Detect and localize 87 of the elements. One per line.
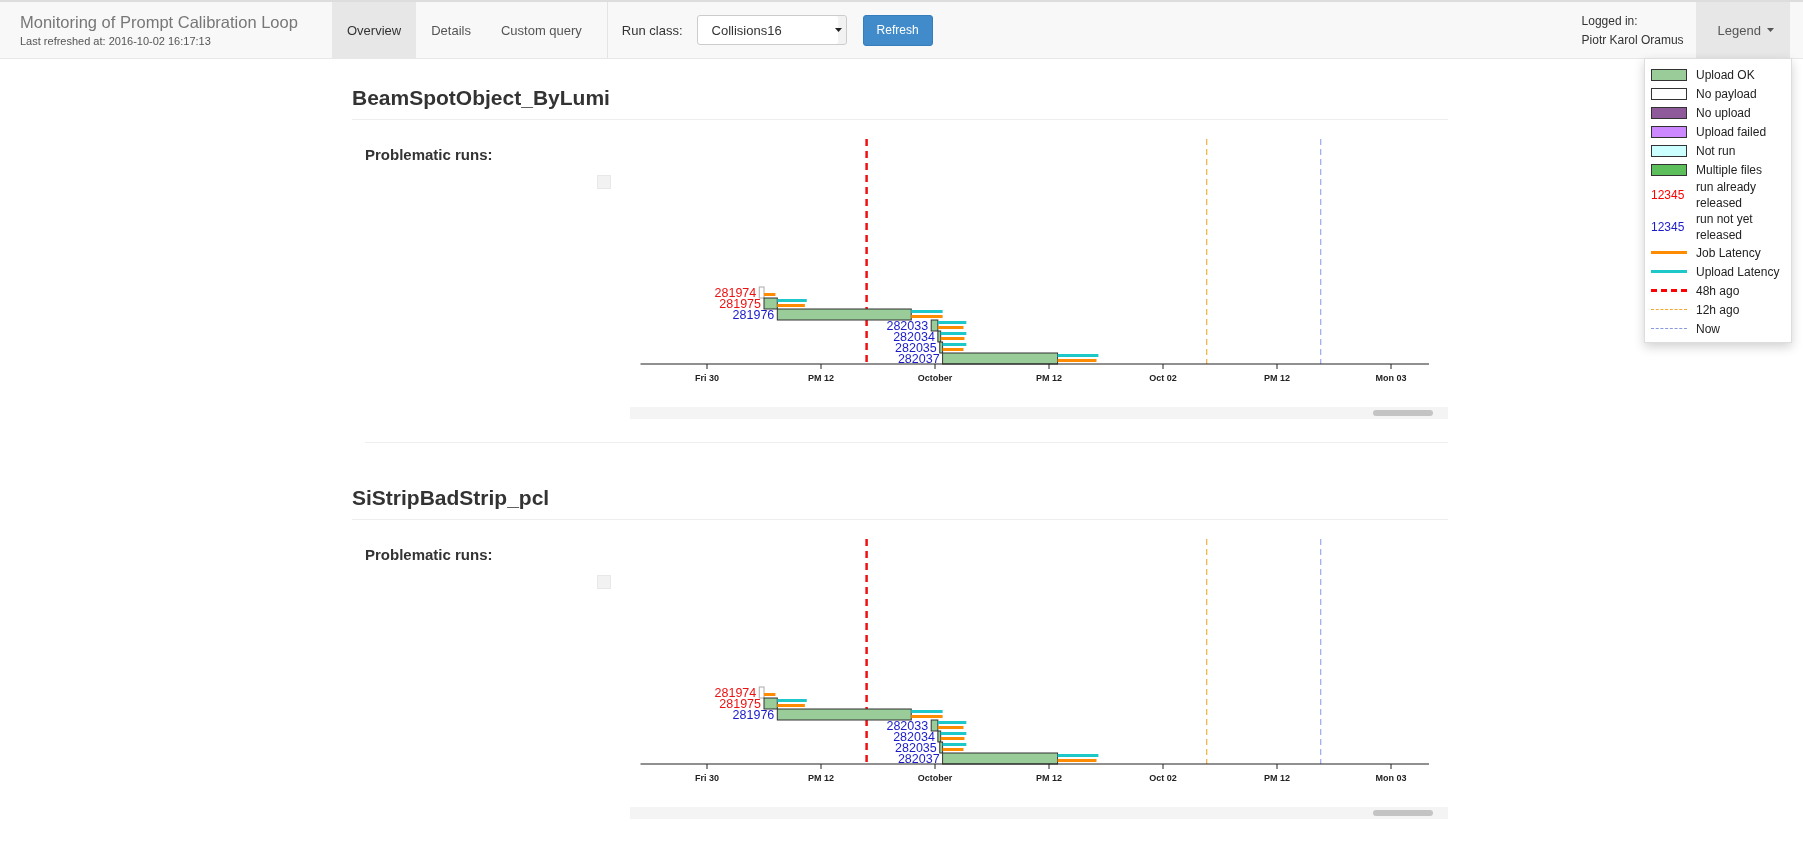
tick-label: PM 12 bbox=[1036, 373, 1062, 383]
tick-label: PM 12 bbox=[1264, 773, 1290, 783]
run-label: 282037 bbox=[897, 752, 940, 766]
run-label: 281974 bbox=[714, 286, 757, 300]
tick-label: Fri 30 bbox=[695, 773, 719, 783]
caret-icon bbox=[834, 28, 842, 32]
upload-latency-bar bbox=[1057, 354, 1099, 357]
legend-label: Now bbox=[1696, 321, 1720, 336]
problematic-runs-label: Problematic runs: bbox=[365, 546, 494, 563]
nav-tab[interactable]: Custom query bbox=[485, 2, 597, 58]
app-title[interactable]: Monitoring of Prompt Calibration Loop bbox=[20, 13, 312, 32]
run-label: 281976 bbox=[732, 708, 775, 722]
upload-latency-bar bbox=[911, 710, 943, 713]
horizontal-scrollbar[interactable] bbox=[630, 407, 1448, 419]
run-label: 282033 bbox=[886, 319, 929, 333]
tick-label: Oct 02 bbox=[1149, 773, 1177, 783]
run-label: 282034 bbox=[893, 730, 935, 744]
run-class-label: Run class: bbox=[621, 22, 683, 38]
tick-label: October bbox=[917, 773, 953, 783]
caret-icon bbox=[1767, 28, 1774, 32]
legend-label: run not yet released bbox=[1696, 211, 1754, 243]
section-title: SiStripBadStrip_pcl bbox=[352, 485, 551, 511]
tick-label: Oct 02 bbox=[1149, 373, 1177, 383]
upload-latency-bar bbox=[942, 343, 967, 346]
section-title: BeamSpotObject_ByLumi bbox=[352, 85, 611, 111]
tick-label: October bbox=[917, 373, 953, 383]
tick-label: Mon 03 bbox=[1375, 373, 1407, 383]
upload-latency-bar bbox=[911, 310, 943, 313]
legend-label: 48h ago bbox=[1696, 283, 1740, 298]
nav-tab[interactable]: Overview bbox=[332, 2, 417, 58]
legend-label: Upload failed bbox=[1696, 124, 1767, 139]
run-label: 282037 bbox=[897, 352, 940, 366]
run-label: 282033 bbox=[886, 719, 929, 733]
run-label: 282035 bbox=[895, 341, 937, 355]
upload-latency-bar bbox=[942, 743, 967, 746]
tick-label: PM 12 bbox=[1264, 373, 1290, 383]
legend-label: No upload bbox=[1696, 105, 1751, 120]
upload-latency-bar bbox=[777, 299, 807, 302]
run-label: 281976 bbox=[732, 308, 775, 322]
legend-label: Job Latency bbox=[1696, 245, 1761, 260]
tick-label: Fri 30 bbox=[695, 373, 719, 383]
nav-tab[interactable]: Details bbox=[416, 2, 486, 58]
tick-label: PM 12 bbox=[808, 773, 834, 783]
run-label: 282034 bbox=[893, 330, 935, 344]
upload-latency-bar bbox=[940, 332, 967, 335]
run-label: 282035 bbox=[895, 741, 937, 755]
upload-latency-bar bbox=[940, 732, 967, 735]
last-refreshed-text: Last refreshed at: 2016-10-02 16:17:13 bbox=[20, 35, 212, 47]
refresh-button[interactable]: Refresh bbox=[862, 14, 933, 46]
run-label: 281975 bbox=[719, 697, 761, 711]
legend-button[interactable]: Legend bbox=[1695, 2, 1790, 58]
job-latency-bar bbox=[942, 348, 964, 351]
upload-latency-bar bbox=[777, 699, 807, 702]
job-latency-bar bbox=[940, 337, 965, 340]
legend-sample-number: 12345 bbox=[1651, 220, 1686, 234]
tick-label: PM 12 bbox=[1036, 773, 1062, 783]
legend-sample-number: 12345 bbox=[1651, 188, 1686, 202]
job-latency-bar bbox=[764, 693, 776, 696]
legend-label: Multiple files bbox=[1696, 162, 1763, 177]
job-latency-bar bbox=[777, 304, 805, 307]
job-latency-bar bbox=[942, 748, 964, 751]
job-latency-bar bbox=[911, 315, 943, 318]
job-latency-bar bbox=[764, 293, 776, 296]
job-latency-bar bbox=[937, 326, 964, 329]
logged-in-label: Logged in: bbox=[1581, 13, 1639, 28]
tick-label: PM 12 bbox=[808, 373, 834, 383]
run-class-select[interactable]: Collisions16 bbox=[696, 15, 847, 45]
job-latency-bar bbox=[937, 726, 964, 729]
job-latency-bar bbox=[1057, 759, 1097, 762]
tick-label: Mon 03 bbox=[1375, 773, 1407, 783]
upload-latency-bar bbox=[1057, 754, 1099, 757]
job-latency-bar bbox=[940, 737, 965, 740]
legend-label: Upload Latency bbox=[1696, 264, 1780, 279]
problematic-runs-label: Problematic runs: bbox=[365, 146, 494, 163]
legend-label: 12h ago bbox=[1696, 302, 1740, 317]
legend-label: No payload bbox=[1696, 86, 1757, 101]
upload-latency-bar bbox=[937, 321, 967, 324]
run-label: 281975 bbox=[719, 297, 761, 311]
legend-label: Not run bbox=[1696, 143, 1736, 158]
job-latency-bar bbox=[1057, 359, 1097, 362]
legend-label: Upload OK bbox=[1696, 67, 1755, 82]
job-latency-bar bbox=[777, 704, 805, 707]
run-label: 281974 bbox=[714, 686, 757, 700]
horizontal-scrollbar[interactable] bbox=[630, 807, 1448, 819]
upload-latency-bar bbox=[937, 721, 967, 724]
job-latency-bar bbox=[911, 715, 943, 718]
user-name: Piotr Karol Oramus bbox=[1581, 32, 1684, 47]
